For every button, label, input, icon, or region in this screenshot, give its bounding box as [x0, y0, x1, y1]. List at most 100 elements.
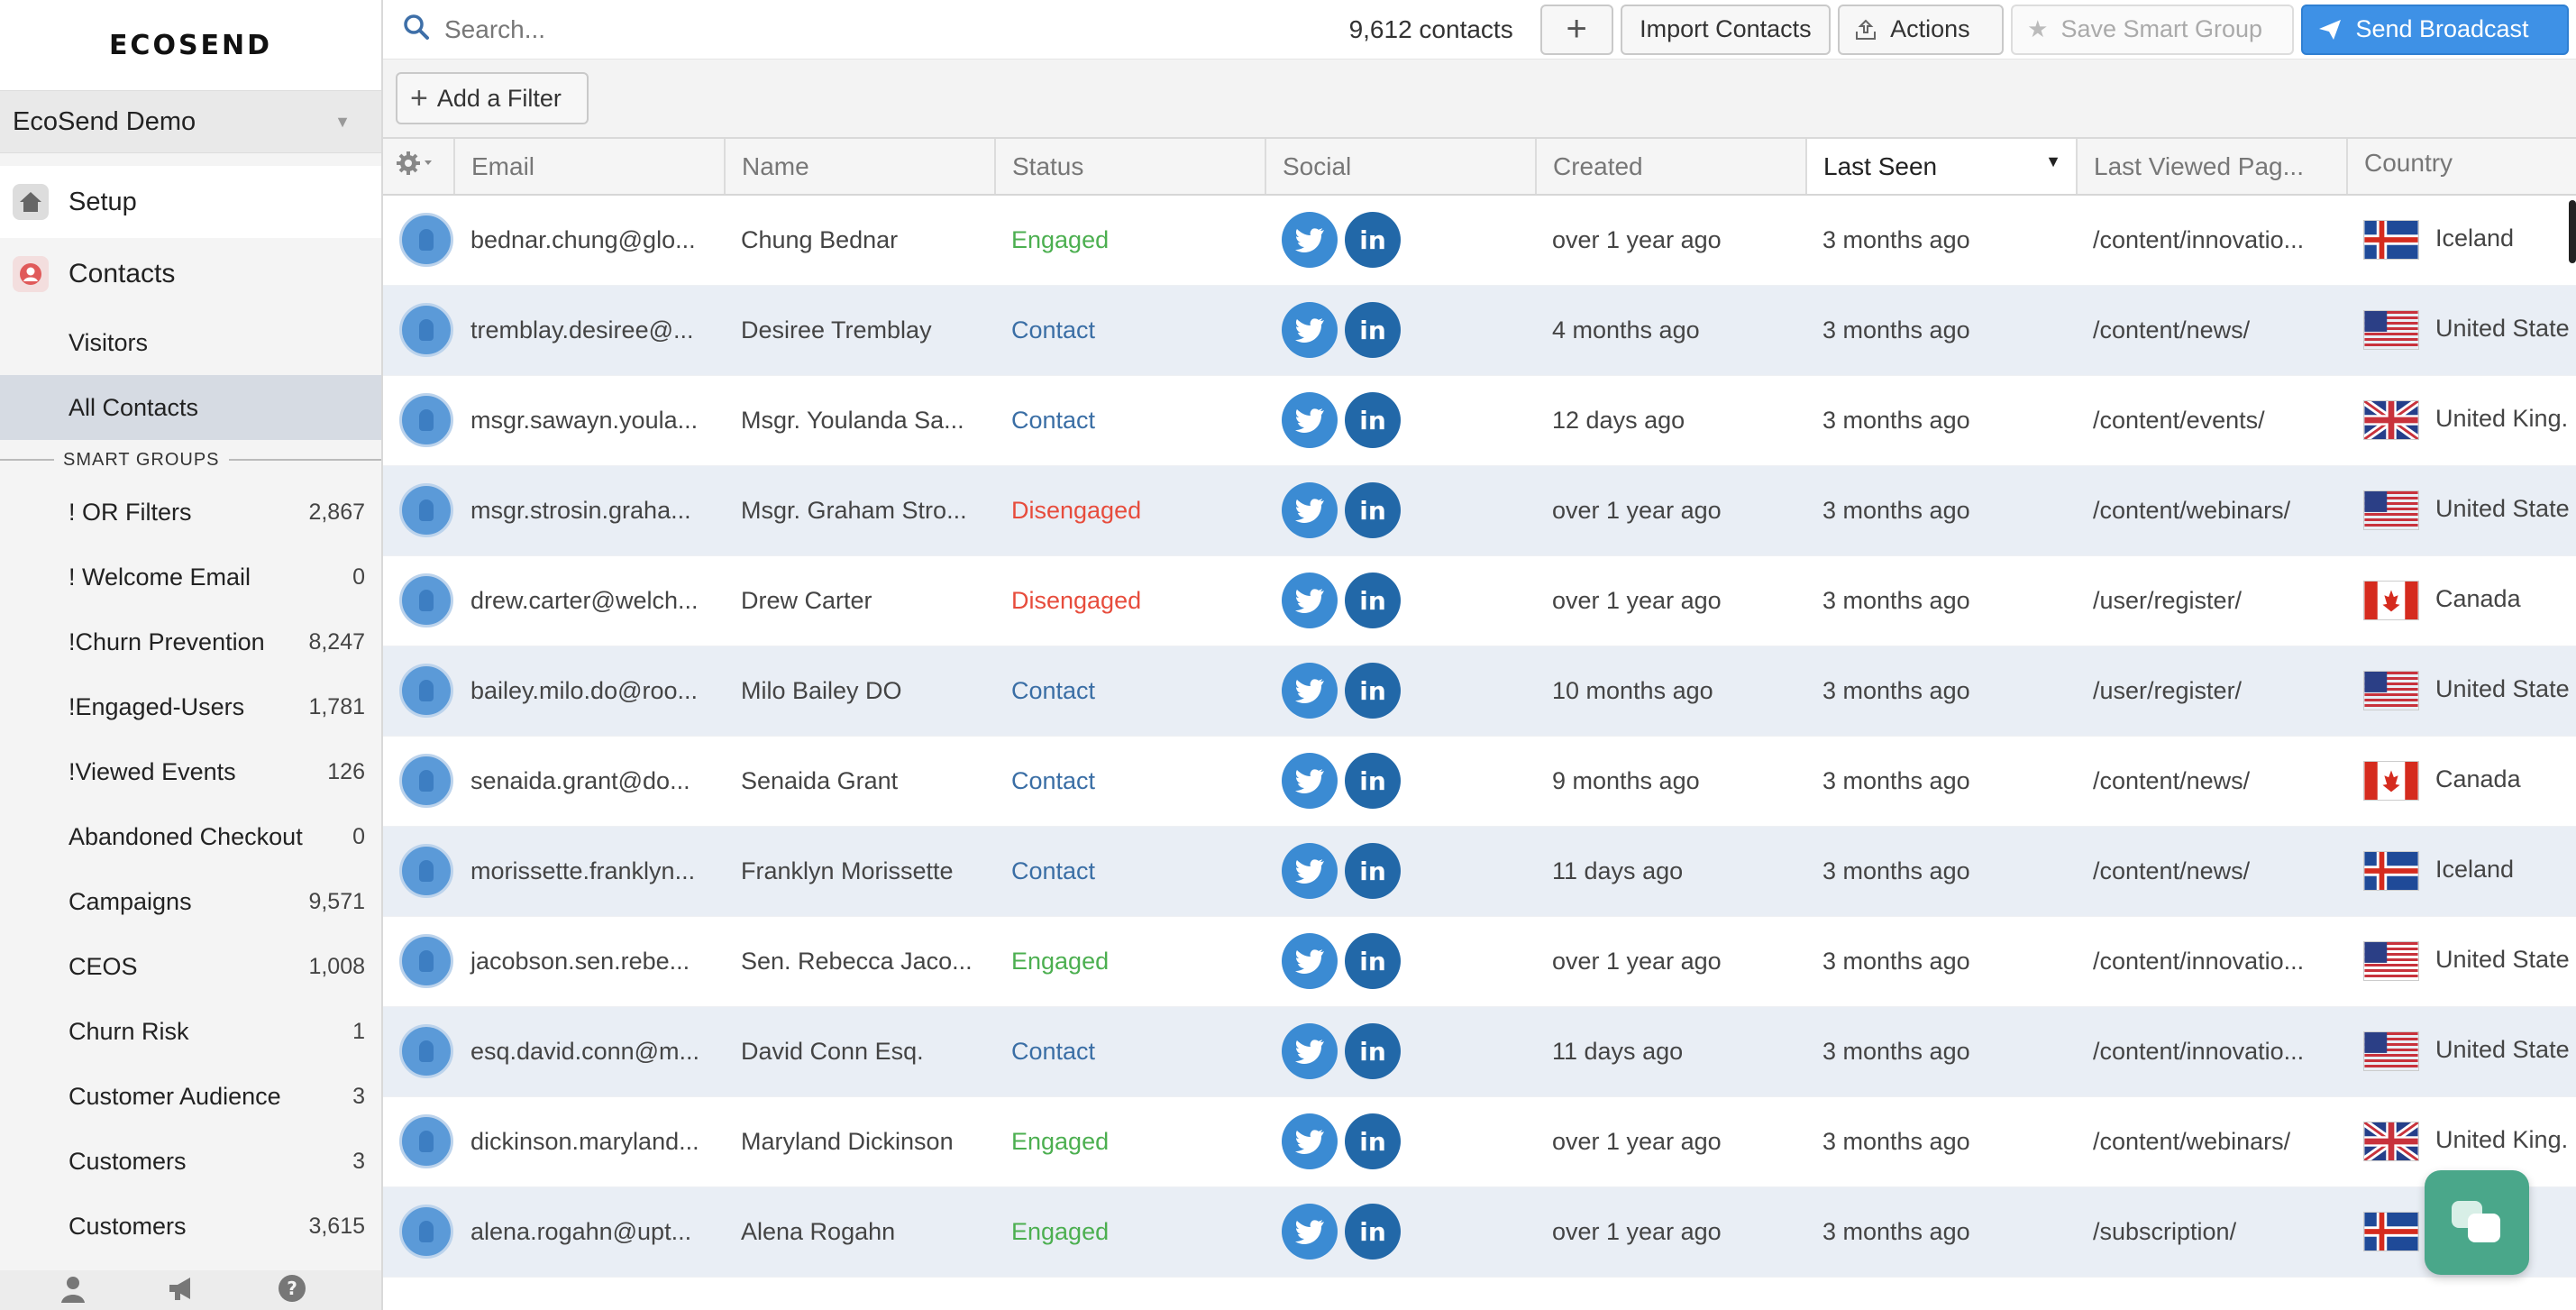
nav-visitors[interactable]: Visitors	[0, 310, 381, 375]
smart-group-item[interactable]: !Churn Prevention 8,247	[0, 609, 381, 674]
linkedin-icon[interactable]: in	[1345, 1113, 1401, 1169]
avatar[interactable]	[399, 934, 453, 988]
linkedin-icon[interactable]: in	[1345, 302, 1401, 358]
add-contact-button[interactable]: +	[1539, 4, 1613, 55]
cell-name[interactable]: Msgr. Graham Stro...	[725, 465, 995, 556]
smart-group-item[interactable]: !Engaged-Users 1,781	[0, 674, 381, 739]
linkedin-icon[interactable]: in	[1345, 1204, 1401, 1260]
avatar[interactable]	[399, 754, 453, 808]
cell-last-viewed-page[interactable]: /content/webinars/	[2077, 465, 2347, 556]
cell-last-viewed-page[interactable]: /user/register/	[2077, 555, 2347, 646]
smart-group-item[interactable]: !Viewed Events 126	[0, 739, 381, 804]
avatar[interactable]	[399, 393, 453, 447]
column-header-created[interactable]: Created	[1536, 139, 1807, 196]
cell-email[interactable]: msgr.strosin.graha...	[454, 465, 725, 556]
cell-name[interactable]: Chung Bednar	[725, 195, 995, 286]
linkedin-icon[interactable]: in	[1345, 392, 1401, 448]
table-row[interactable]: tremblay.desiree@... Desiree Tremblay Cont…	[383, 285, 2576, 376]
user-icon[interactable]	[58, 1273, 88, 1308]
linkedin-icon[interactable]: in	[1345, 212, 1401, 269]
smart-group-item[interactable]: Customer Audience 3	[0, 1064, 381, 1129]
cell-email[interactable]: morissette.franklyn...	[454, 826, 725, 917]
table-row[interactable]: morissette.franklyn... Franklyn Morissett…	[383, 826, 2576, 917]
cell-last-viewed-page[interactable]: /content/news/	[2077, 736, 2347, 827]
smart-group-item[interactable]: Churn Risk 1	[0, 999, 381, 1064]
avatar[interactable]	[399, 664, 453, 718]
linkedin-icon[interactable]: in	[1345, 843, 1401, 899]
table-row[interactable]: jacobson.sen.rebe... Sen. Rebecca Jaco...…	[383, 916, 2576, 1007]
add-filter-button[interactable]: + Add a Filter	[396, 72, 589, 124]
nav-contacts[interactable]: Contacts	[0, 238, 381, 310]
cell-name[interactable]: Franklyn Morissette	[725, 826, 995, 917]
linkedin-icon[interactable]: in	[1345, 933, 1401, 989]
smart-group-item[interactable]: Abandoned Checkout 0	[0, 804, 381, 869]
smart-group-item[interactable]: Customers 3	[0, 1129, 381, 1194]
cell-last-viewed-page[interactable]: /content/innovatio...	[2077, 1006, 2347, 1097]
linkedin-icon[interactable]: in	[1345, 482, 1401, 538]
twitter-icon[interactable]	[1282, 843, 1338, 899]
twitter-icon[interactable]	[1282, 1023, 1338, 1079]
cell-last-viewed-page[interactable]: /subscription/	[2077, 1186, 2347, 1278]
twitter-icon[interactable]	[1282, 212, 1338, 269]
cell-email[interactable]: esq.david.conn@m...	[454, 1006, 725, 1097]
cell-email[interactable]: jacobson.sen.rebe...	[454, 916, 725, 1007]
twitter-icon[interactable]	[1282, 753, 1338, 809]
table-row[interactable]: msgr.strosin.graha... Msgr. Graham Stro..…	[383, 465, 2576, 556]
smart-group-item[interactable]: ! Welcome Email 0	[0, 545, 381, 609]
twitter-icon[interactable]	[1282, 573, 1338, 628]
cell-name[interactable]: Senaida Grant	[725, 736, 995, 827]
cell-email[interactable]: bednar.chung@glo...	[454, 195, 725, 286]
cell-email[interactable]: tremblay.desiree@...	[454, 285, 725, 376]
cell-last-viewed-page[interactable]: /content/news/	[2077, 285, 2347, 376]
linkedin-icon[interactable]: in	[1345, 573, 1401, 628]
nav-all-contacts[interactable]: All Contacts	[0, 375, 381, 440]
cell-email[interactable]: dickinson.maryland...	[454, 1096, 725, 1187]
avatar[interactable]	[399, 844, 453, 898]
table-row[interactable]: esq.david.conn@m... David Conn Esq. Contac…	[383, 1006, 2576, 1097]
cell-name[interactable]: Desiree Tremblay	[725, 285, 995, 376]
table-row[interactable]: msgr.sawayn.youla... Msgr. Youlanda Sa...…	[383, 375, 2576, 466]
twitter-icon[interactable]	[1282, 482, 1338, 538]
column-header-last-viewed[interactable]: Last Viewed Pag...	[2077, 139, 2348, 196]
cell-name[interactable]: Msgr. Youlanda Sa...	[725, 375, 995, 466]
import-contacts-button[interactable]: Import Contacts	[1620, 4, 1832, 55]
scrollbar[interactable]	[2569, 200, 2576, 263]
column-settings[interactable]	[383, 139, 455, 196]
cell-email[interactable]: msgr.sawayn.youla...	[454, 375, 725, 466]
avatar[interactable]	[399, 303, 453, 357]
avatar[interactable]	[399, 1114, 453, 1168]
megaphone-icon[interactable]	[167, 1275, 197, 1306]
cell-last-viewed-page[interactable]: /content/events/	[2077, 375, 2347, 466]
smart-group-item[interactable]: CEOS 1,008	[0, 934, 381, 999]
twitter-icon[interactable]	[1282, 663, 1338, 719]
cell-name[interactable]: Drew Carter	[725, 555, 995, 646]
table-row[interactable]: bednar.chung@glo... Chung Bednar Engaged in…	[383, 195, 2576, 286]
send-broadcast-button[interactable]: Send Broadcast	[2301, 4, 2569, 55]
actions-button[interactable]: Actions	[1838, 4, 2005, 55]
table-row[interactable]: senaida.grant@do... Senaida Grant Contact i…	[383, 736, 2576, 827]
cell-last-viewed-page[interactable]: /content/innovatio...	[2077, 916, 2347, 1007]
cell-email[interactable]: senaida.grant@do...	[454, 736, 725, 827]
twitter-icon[interactable]	[1282, 1113, 1338, 1169]
cell-name[interactable]: Maryland Dickinson	[725, 1096, 995, 1187]
app-logo[interactable]: ECOSEND	[109, 30, 272, 61]
cell-last-viewed-page[interactable]: /content/innovatio...	[2077, 195, 2347, 286]
nav-setup[interactable]: Setup	[0, 166, 381, 238]
workspace-selector[interactable]: EcoSend Demo ▼	[0, 90, 381, 153]
avatar[interactable]	[399, 213, 453, 268]
column-header-social[interactable]: Social	[1265, 139, 1537, 196]
table-row[interactable]: alena.rogahn@upt... Alena Rogahn Engaged in…	[383, 1186, 2576, 1278]
table-row[interactable]: bailey.milo.do@roo... Milo Bailey DO Conta…	[383, 646, 2576, 737]
cell-name[interactable]: David Conn Esq.	[725, 1006, 995, 1097]
avatar[interactable]	[399, 1205, 453, 1259]
column-header-email[interactable]: Email	[454, 139, 726, 196]
column-header-country[interactable]: Country +	[2347, 139, 2576, 196]
linkedin-icon[interactable]: in	[1345, 753, 1401, 809]
cell-last-viewed-page[interactable]: /content/webinars/	[2077, 1096, 2347, 1187]
twitter-icon[interactable]	[1282, 1204, 1338, 1260]
help-icon[interactable]: ?	[277, 1273, 307, 1308]
table-row[interactable]: dickinson.maryland... Maryland Dickinson E…	[383, 1096, 2576, 1187]
smart-group-item[interactable]: ! OR Filters 2,867	[0, 480, 381, 545]
linkedin-icon[interactable]: in	[1345, 663, 1401, 719]
column-header-status[interactable]: Status	[995, 139, 1266, 196]
